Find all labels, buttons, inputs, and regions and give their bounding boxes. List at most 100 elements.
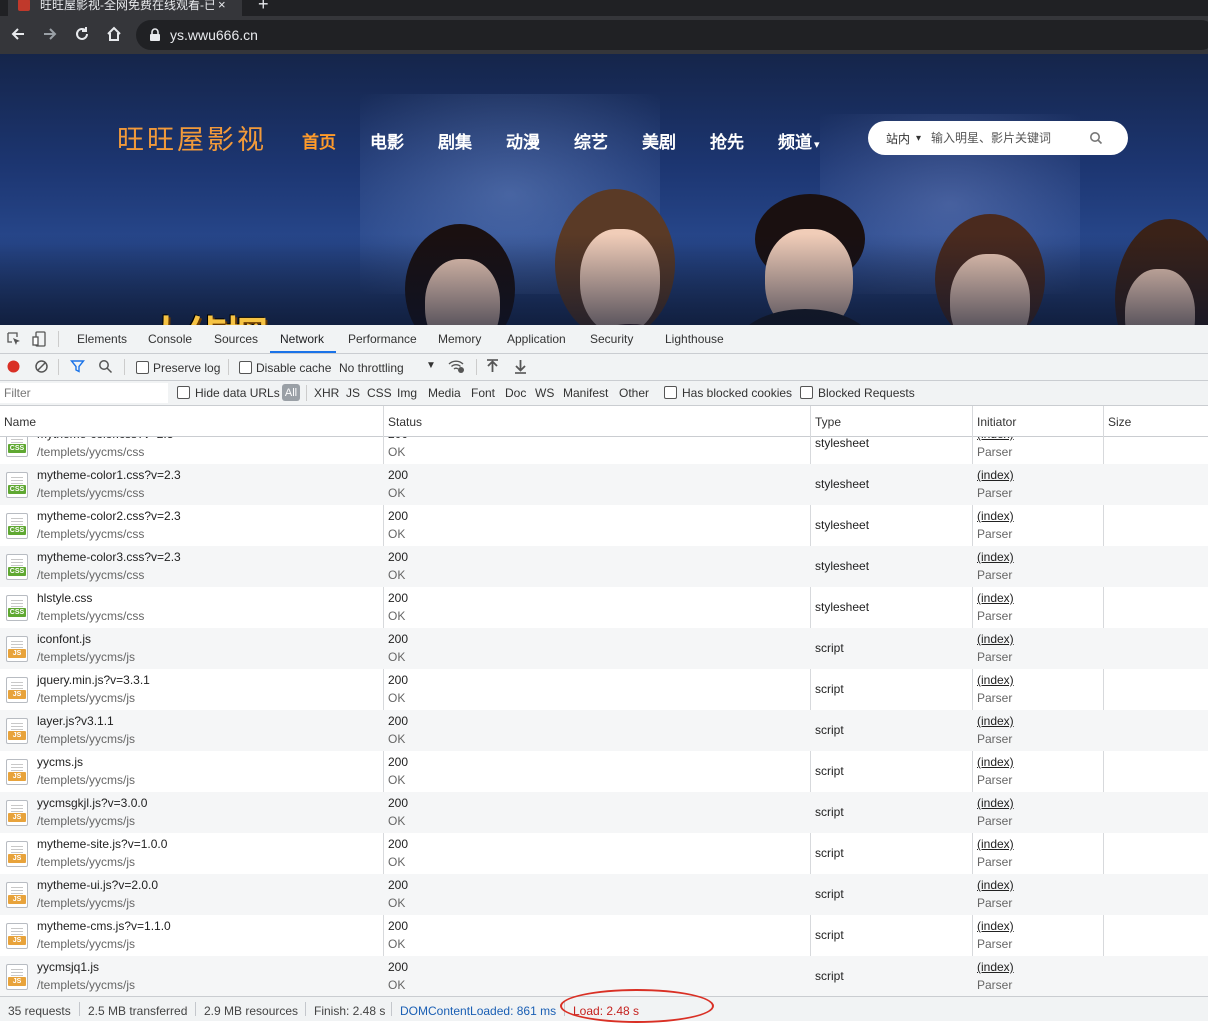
new-tab-icon[interactable]: + — [258, 0, 269, 15]
initiator-link[interactable]: (index) — [977, 437, 1014, 441]
nav-item-preview[interactable]: 抢先 — [710, 128, 744, 153]
search-icon[interactable] — [98, 359, 113, 374]
site-logo[interactable]: 旺旺屋影视 — [117, 118, 267, 157]
filter-img[interactable]: Img — [397, 386, 417, 400]
export-har-icon[interactable] — [514, 359, 527, 374]
nav-item-series[interactable]: 剧集 — [438, 128, 472, 153]
table-row[interactable]: JS layer.js?v3.1.1/templets/yycms/js 200 OK… — [0, 710, 1208, 751]
column-size[interactable]: Size — [1108, 415, 1131, 429]
request-name[interactable]: iconfont.js — [37, 632, 91, 646]
initiator-link[interactable]: (index) — [977, 591, 1014, 605]
table-row[interactable]: JS mytheme-cms.js?v=1.1.0/templets/yycms/… — [0, 915, 1208, 956]
table-row[interactable]: JS yycms.js/templets/yycms/js 200 OK script (… — [0, 751, 1208, 792]
tab-application[interactable]: Application — [507, 332, 566, 346]
initiator-link[interactable]: (index) — [977, 468, 1014, 482]
column-initiator[interactable]: Initiator — [977, 415, 1016, 429]
table-row[interactable]: CSS mytheme-color.css?v=2.3/templets/yycm… — [0, 437, 1208, 464]
tab-close-icon[interactable]: × — [218, 0, 226, 12]
initiator-link[interactable]: (index) — [977, 919, 1014, 933]
initiator-link[interactable]: (index) — [977, 714, 1014, 728]
column-status[interactable]: Status — [388, 415, 422, 429]
request-name[interactable]: mytheme-color.css?v=2.3 — [37, 437, 173, 441]
initiator-link[interactable]: (index) — [977, 796, 1014, 810]
initiator-link[interactable]: (index) — [977, 837, 1014, 851]
tab-lighthouse[interactable]: Lighthouse — [665, 332, 724, 346]
initiator-link[interactable]: (index) — [977, 673, 1014, 687]
request-name[interactable]: mytheme-ui.js?v=2.0.0 — [37, 878, 158, 892]
tab-console[interactable]: Console — [148, 332, 192, 346]
request-name[interactable]: yycmsjq1.js — [37, 960, 99, 974]
filter-css[interactable]: CSS — [367, 386, 392, 400]
nav-item-us-series[interactable]: 美剧 — [642, 128, 676, 153]
device-toolbar-icon[interactable] — [32, 331, 48, 347]
filter-media[interactable]: Media — [428, 386, 461, 400]
nav-item-movies[interactable]: 电影 — [370, 128, 404, 153]
initiator-link[interactable]: (index) — [977, 509, 1014, 523]
nav-item-home[interactable]: 首页 — [302, 128, 336, 153]
request-name[interactable]: yycms.js — [37, 755, 83, 769]
forward-arrow-icon[interactable] — [36, 20, 64, 48]
table-row[interactable]: CSS mytheme-color2.css?v=2.3/templets/yyc… — [0, 505, 1208, 546]
table-row[interactable]: JS mytheme-site.js?v=1.0.0/templets/yycms… — [0, 833, 1208, 874]
has-blocked-cookies-checkbox[interactable] — [664, 386, 677, 399]
filter-other[interactable]: Other — [619, 386, 649, 400]
record-icon[interactable] — [6, 359, 21, 374]
nav-item-channels[interactable]: 频道 ▾ — [778, 128, 820, 153]
column-type[interactable]: Type — [815, 415, 841, 429]
initiator-link[interactable]: (index) — [977, 878, 1014, 892]
filter-doc[interactable]: Doc — [505, 386, 526, 400]
tab-elements[interactable]: Elements — [77, 332, 127, 346]
back-arrow-icon[interactable] — [4, 20, 32, 48]
import-har-icon[interactable] — [486, 359, 499, 374]
search-input[interactable] — [929, 130, 1084, 146]
request-name[interactable]: yycmsgkjl.js?v=3.0.0 — [37, 796, 147, 810]
clear-icon[interactable] — [34, 359, 49, 374]
initiator-link[interactable]: (index) — [977, 960, 1014, 974]
request-name[interactable]: jquery.min.js?v=3.3.1 — [37, 673, 150, 687]
nav-item-anime[interactable]: 动漫 — [506, 128, 540, 153]
request-name[interactable]: mytheme-color1.css?v=2.3 — [37, 468, 181, 482]
throttling-select[interactable]: No throttling — [339, 361, 404, 375]
inspect-element-icon[interactable] — [6, 331, 22, 347]
tab-network[interactable]: Network — [280, 332, 324, 346]
preserve-log-checkbox[interactable] — [136, 361, 149, 374]
request-name[interactable]: mytheme-cms.js?v=1.1.0 — [37, 919, 171, 933]
filter-icon[interactable] — [70, 359, 85, 374]
request-name[interactable]: hlstyle.css — [37, 591, 92, 605]
browser-tab[interactable]: 旺旺屋影视-全网免费在线观看-已 × — [8, 0, 242, 16]
tab-performance[interactable]: Performance — [348, 332, 417, 346]
blocked-requests-checkbox[interactable] — [800, 386, 813, 399]
request-name[interactable]: mytheme-site.js?v=1.0.0 — [37, 837, 167, 851]
search-scope-select[interactable]: 站内 — [886, 130, 910, 147]
filter-xhr[interactable]: XHR — [314, 386, 339, 400]
tab-security[interactable]: Security — [590, 332, 633, 346]
initiator-link[interactable]: (index) — [977, 550, 1014, 564]
table-row[interactable]: CSS hlstyle.css/templets/yycms/css 200 OK st… — [0, 587, 1208, 628]
table-row[interactable]: JS mytheme-ui.js?v=2.0.0/templets/yycms/j… — [0, 874, 1208, 915]
filter-manifest[interactable]: Manifest — [563, 386, 608, 400]
disable-cache-checkbox[interactable] — [239, 361, 252, 374]
request-name[interactable]: mytheme-color3.css?v=2.3 — [37, 550, 181, 564]
network-conditions-icon[interactable] — [448, 359, 465, 374]
filter-input[interactable] — [0, 383, 168, 403]
filter-font[interactable]: Font — [471, 386, 495, 400]
column-name[interactable]: Name — [4, 415, 36, 429]
search-icon[interactable] — [1089, 131, 1103, 145]
table-row[interactable]: CSS mytheme-color1.css?v=2.3/templets/yyc… — [0, 464, 1208, 505]
table-row[interactable]: JS jquery.min.js?v=3.3.1/templets/yycms/j… — [0, 669, 1208, 710]
initiator-link[interactable]: (index) — [977, 755, 1014, 769]
table-row[interactable]: JS yycmsgkjl.js?v=3.0.0/templets/yycms/js… — [0, 792, 1208, 833]
filter-ws[interactable]: WS — [535, 386, 554, 400]
table-row[interactable]: CSS mytheme-color3.css?v=2.3/templets/yyc… — [0, 546, 1208, 587]
reload-icon[interactable] — [68, 20, 96, 48]
nav-item-variety[interactable]: 综艺 — [574, 128, 608, 153]
address-bar[interactable]: ys.wwu666.cn — [136, 20, 1208, 50]
filter-js[interactable]: JS — [346, 386, 360, 400]
initiator-link[interactable]: (index) — [977, 632, 1014, 646]
hide-data-urls-checkbox[interactable] — [177, 386, 190, 399]
filter-all-button[interactable]: All — [282, 384, 300, 401]
request-name[interactable]: layer.js?v3.1.1 — [37, 714, 114, 728]
home-icon[interactable] — [100, 20, 128, 48]
hero-banner[interactable]: 大侦探 旺旺屋影视 首页 电影 剧集 动漫 综艺 美剧 抢先 频道▾ 站内 ▾ — [0, 54, 1208, 325]
tab-sources[interactable]: Sources — [214, 332, 258, 346]
